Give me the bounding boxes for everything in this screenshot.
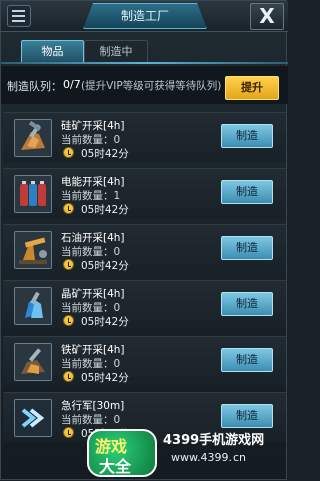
site-watermark: 游戏 大全 4399手机游戏网 www.4399. cn <box>1 421 288 481</box>
clock-icon <box>63 259 74 270</box>
item-time: 05时42分 <box>81 372 129 384</box>
item-name: 硅矿开采[4h] <box>61 120 125 132</box>
queue-count: 0/7 <box>63 78 81 91</box>
tab-bar: 物品 制造中 <box>1 40 288 64</box>
item-count: 当前数量：0 <box>61 134 121 146</box>
watermark-logo-bottom: 大全 <box>99 457 132 476</box>
clock-icon <box>63 315 74 326</box>
window-title: 制造工厂 <box>83 3 207 29</box>
close-button[interactable]: X <box>250 3 284 30</box>
iron-ore-icon <box>14 343 52 381</box>
crystal-icon <box>14 287 52 325</box>
item-name: 石油开采[4h] <box>61 232 125 244</box>
battery-icon <box>14 175 52 213</box>
silicon-mining-icon <box>14 119 52 157</box>
tab-manufacturing[interactable]: 制造中 <box>84 40 148 64</box>
clock-icon <box>63 203 74 214</box>
list-item: 石油开采[4h] 当前数量：0 05时42分 制造 <box>3 224 286 274</box>
queue-bar: 制造队列： 0/7 (提升VIP等级可获得等待队列) 提升 <box>1 66 288 104</box>
build-button[interactable]: 制造 <box>221 236 273 260</box>
item-time: 05时42分 <box>81 260 129 272</box>
tab-underline <box>1 62 288 64</box>
item-time: 05时42分 <box>81 204 129 216</box>
item-name: 晶矿开采[4h] <box>61 288 125 300</box>
item-count: 当前数量：1 <box>61 190 121 202</box>
item-time: 05时42分 <box>81 148 129 160</box>
queue-hint: (提升VIP等级可获得等待队列) <box>81 80 222 92</box>
menu-line <box>12 15 25 17</box>
queue-label: 制造队列： <box>7 80 62 93</box>
list-item: 硅矿开采[4h] 当前数量：0 05时42分 制造 <box>3 112 286 162</box>
item-count: 当前数量：0 <box>61 358 121 370</box>
watermark-site-name: 4399手机游戏网 <box>163 433 265 448</box>
oil-pump-icon <box>14 231 52 269</box>
item-name: 电能开采[4h] <box>61 176 125 188</box>
list-item: 铁矿开采[4h] 当前数量：0 05时42分 制造 <box>3 336 286 386</box>
watermark-logo: 游戏 大全 <box>87 429 157 477</box>
menu-line <box>12 20 25 22</box>
item-time: 05时42分 <box>81 316 129 328</box>
window-header: 制造工厂 X <box>1 1 288 32</box>
build-button[interactable]: 制造 <box>221 124 273 148</box>
watermark-url-tld: cn <box>233 451 247 464</box>
list-item: 电能开采[4h] 当前数量：1 05时42分 制造 <box>3 168 286 218</box>
item-name: 铁矿开采[4h] <box>61 344 125 356</box>
menu-line <box>12 10 25 12</box>
list-item: 晶矿开采[4h] 当前数量：0 05时42分 制造 <box>3 280 286 330</box>
watermark-url: www.4399. <box>171 451 232 464</box>
factory-window: 制造工厂 X 物品 制造中 制造队列： 0/7 (提升VIP等级可获得等待队列)… <box>0 0 288 481</box>
build-button[interactable]: 制造 <box>221 348 273 372</box>
item-name: 急行军[30m] <box>61 400 125 412</box>
item-count: 当前数量：0 <box>61 246 121 258</box>
build-button[interactable]: 制造 <box>221 292 273 316</box>
build-button[interactable]: 制造 <box>221 180 273 204</box>
item-count: 当前数量：0 <box>61 302 121 314</box>
boost-button[interactable]: 提升 <box>225 76 279 100</box>
clock-icon <box>63 371 74 382</box>
menu-icon[interactable] <box>7 5 31 27</box>
clock-icon <box>63 147 74 158</box>
tab-items[interactable]: 物品 <box>21 40 84 64</box>
